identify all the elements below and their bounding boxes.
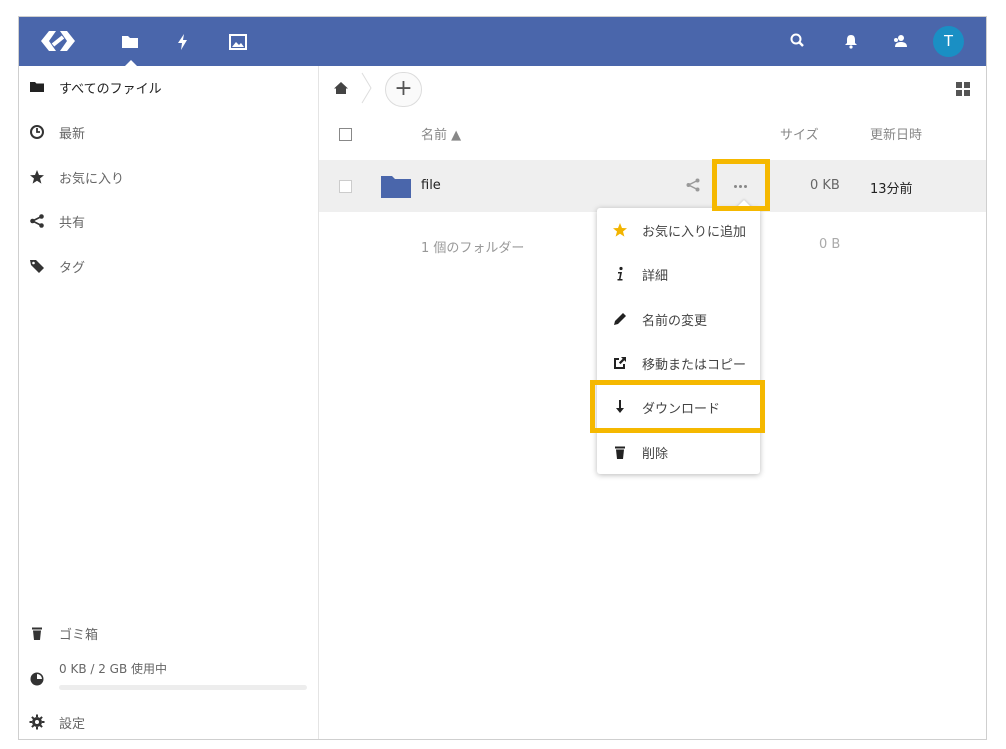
sidebar-item-favorites[interactable]: お気に入り (19, 159, 318, 195)
new-file-button[interactable]: + (385, 72, 422, 107)
menu-item-label: 詳細 (642, 269, 669, 284)
image-icon (229, 34, 247, 50)
file-list-area: + 名前 ▲ サイズ 更新日時 file 0 KB 13分前 1 個のフォルダー… (319, 66, 986, 739)
file-actions-menu: お気に入りに追加 詳細 名前の変更 移動またはコピー ダウンロード 削除 (597, 208, 760, 474)
logo-icon[interactable] (39, 28, 77, 54)
sidebar: すべてのファイル 最新 お気に入り 共有 タグ ゴミ箱 0 KB / 2 GB … (19, 66, 319, 739)
gallery-app-button[interactable] (227, 31, 249, 53)
clock-icon (30, 125, 44, 139)
star-icon (30, 170, 44, 184)
folder-icon (381, 176, 411, 198)
sidebar-item-trash[interactable]: ゴミ箱 (19, 615, 318, 651)
select-all-checkbox[interactable] (339, 128, 352, 141)
user-avatar[interactable]: T (933, 26, 964, 57)
menu-item-add-favorite[interactable]: お気に入りに追加 (597, 208, 760, 252)
contacts-icon (894, 35, 907, 47)
sidebar-quota: 0 KB / 2 GB 使用中 (19, 660, 318, 696)
share-icon[interactable] (685, 177, 701, 193)
quota-bar (59, 685, 307, 690)
sidebar-item-tags[interactable]: タグ (19, 248, 318, 284)
share-icon (30, 214, 44, 228)
highlight-download (590, 380, 765, 433)
summary-folder-count: 1 個のフォルダー (421, 241, 525, 256)
sidebar-item-label: お気に入り (59, 172, 125, 187)
table-row[interactable]: file 0 KB 13分前 (319, 160, 986, 212)
column-header-name[interactable]: 名前 ▲ (421, 124, 461, 143)
sidebar-item-label: 共有 (59, 216, 86, 231)
summary-size: 0 B (819, 237, 841, 252)
sidebar-item-label: 最新 (59, 127, 86, 142)
notifications-button[interactable] (841, 31, 861, 51)
sidebar-item-settings[interactable]: 設定 (19, 704, 318, 739)
file-modified: 13分前 (870, 182, 913, 197)
quota-label: 0 KB / 2 GB 使用中 (59, 662, 168, 676)
menu-item-rename[interactable]: 名前の変更 (597, 297, 760, 341)
contacts-button[interactable] (890, 31, 910, 51)
home-icon[interactable] (333, 80, 349, 96)
pie-chart-icon (30, 672, 44, 686)
menu-item-details[interactable]: 詳細 (597, 252, 760, 296)
row-checkbox[interactable] (339, 180, 352, 193)
file-name[interactable]: file (421, 178, 441, 193)
info-icon (617, 266, 623, 281)
files-app-button[interactable] (119, 31, 141, 67)
trash-icon (32, 627, 42, 640)
column-header-size[interactable]: サイズ (780, 124, 819, 143)
sidebar-item-shares[interactable]: 共有 (19, 203, 318, 239)
menu-item-move-copy[interactable]: 移動またはコピー (597, 341, 760, 385)
tag-icon (30, 260, 44, 273)
pencil-icon (614, 313, 626, 325)
menu-item-label: 移動またはコピー (642, 358, 747, 373)
breadcrumb-separator-icon (361, 72, 372, 104)
sidebar-item-label: タグ (59, 261, 86, 276)
folder-icon (30, 82, 44, 92)
sidebar-item-label: ゴミ箱 (59, 628, 99, 643)
folder-icon (122, 36, 138, 48)
lightning-icon (178, 34, 187, 50)
gear-icon (29, 714, 45, 730)
search-button[interactable] (788, 31, 808, 51)
external-link-icon (614, 357, 626, 369)
bell-icon (845, 35, 857, 49)
menu-item-label: 削除 (642, 447, 669, 462)
activity-app-button[interactable] (172, 31, 194, 53)
menu-item-label: 名前の変更 (642, 314, 708, 329)
sidebar-item-label: 設定 (59, 717, 86, 732)
menu-item-label: お気に入りに追加 (642, 225, 747, 240)
star-icon (613, 223, 627, 237)
top-bar: T (19, 17, 986, 67)
app-window: T すべてのファイル 最新 お気に入り 共有 タグ ゴミ箱 0 KB / 2 G… (18, 16, 987, 740)
search-icon (790, 33, 804, 47)
sidebar-item-all-files[interactable]: すべてのファイル (19, 69, 318, 105)
column-header-modified[interactable]: 更新日時 (870, 124, 922, 143)
sidebar-item-label: すべてのファイル (59, 82, 162, 97)
trash-icon (615, 446, 625, 459)
sidebar-item-recent[interactable]: 最新 (19, 114, 318, 150)
highlight-more-button (712, 159, 770, 211)
grid-view-icon[interactable] (956, 82, 970, 96)
menu-item-delete[interactable]: 削除 (597, 430, 760, 474)
file-size: 0 KB (810, 178, 840, 193)
